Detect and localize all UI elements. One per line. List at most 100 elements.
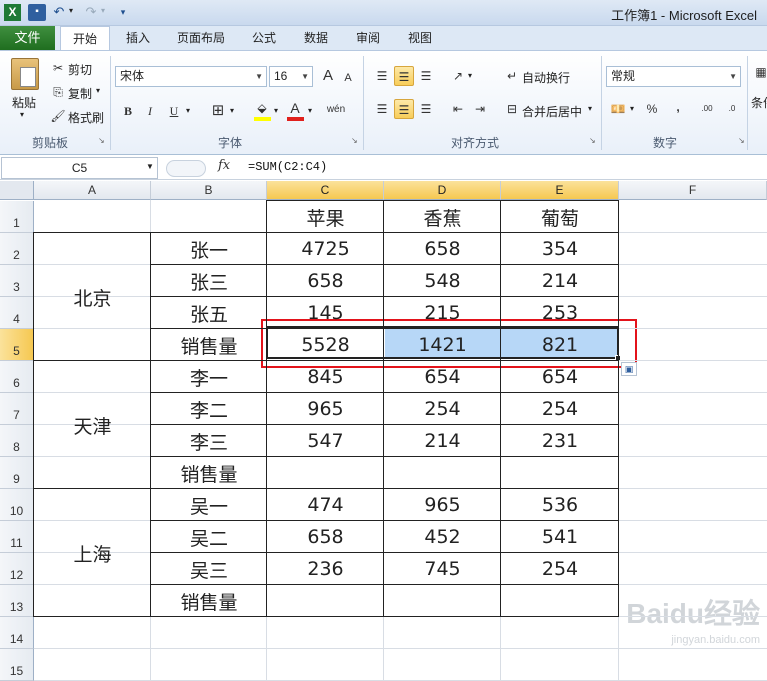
value-cell[interactable]: 541 bbox=[501, 521, 619, 553]
formula-input[interactable]: =SUM(C2:C4) bbox=[248, 160, 327, 174]
fruit-header-cell[interactable]: 苹果 bbox=[267, 201, 384, 233]
accounting-dropdown-icon[interactable]: ▾ bbox=[630, 104, 634, 113]
name-cell[interactable]: 张五 bbox=[151, 297, 267, 329]
value-cell[interactable]: 5528 bbox=[267, 329, 384, 361]
value-cell[interactable]: 354 bbox=[501, 233, 619, 265]
name-box-dropdown-icon[interactable]: ▼ bbox=[146, 162, 154, 171]
undo-icon[interactable]: ↶ bbox=[50, 4, 68, 21]
tab-review[interactable]: 审阅 bbox=[348, 26, 388, 50]
value-cell[interactable]: 965 bbox=[384, 489, 501, 521]
city-merged-cell[interactable]: 天津 bbox=[34, 361, 151, 489]
align-left-icon[interactable]: ☰ bbox=[372, 99, 392, 119]
number-format-combo[interactable]: 常规 ▼ bbox=[606, 66, 741, 87]
value-cell[interactable]: 536 bbox=[501, 489, 619, 521]
wrap-text-icon[interactable]: ↵ bbox=[502, 66, 522, 86]
fruit-header-cell[interactable]: 葡萄 bbox=[501, 201, 619, 233]
paste-dropdown-icon[interactable]: ▾ bbox=[20, 110, 24, 119]
value-cell[interactable] bbox=[267, 457, 384, 489]
value-cell[interactable] bbox=[501, 585, 619, 617]
redo-dropdown-icon[interactable]: ▾ bbox=[101, 6, 105, 15]
value-cell[interactable]: 654 bbox=[384, 361, 501, 393]
name-cell[interactable]: 吴三 bbox=[151, 553, 267, 585]
fill-color-icon[interactable]: ⬙ bbox=[252, 98, 272, 118]
row-header-3[interactable]: 3 bbox=[0, 265, 34, 297]
paste-icon[interactable] bbox=[11, 58, 39, 90]
row-header-6[interactable]: 6 bbox=[0, 361, 34, 393]
value-cell[interactable]: 658 bbox=[267, 265, 384, 297]
increase-decimal-icon[interactable]: .00 bbox=[697, 99, 717, 119]
name-cell[interactable]: 李一 bbox=[151, 361, 267, 393]
bold-button[interactable]: B bbox=[118, 101, 138, 121]
value-cell[interactable]: 1421 bbox=[384, 329, 501, 361]
tab-insert[interactable]: 插入 bbox=[118, 26, 158, 50]
insert-function-icon[interactable]: fx bbox=[218, 158, 230, 173]
decrease-indent-icon[interactable]: ⇤ bbox=[448, 99, 468, 119]
row-header-12[interactable]: 12 bbox=[0, 553, 34, 585]
borders-dropdown-icon[interactable]: ▾ bbox=[230, 106, 234, 115]
name-cell[interactable]: 李二 bbox=[151, 393, 267, 425]
value-cell[interactable]: 215 bbox=[384, 297, 501, 329]
cut-icon[interactable]: ✂ bbox=[48, 58, 68, 78]
font-name-combo[interactable]: 宋体 ▼ bbox=[115, 66, 267, 87]
row-header-9[interactable]: 9 bbox=[0, 457, 34, 489]
font-color-icon[interactable]: A bbox=[285, 98, 305, 118]
value-cell[interactable]: 4725 bbox=[267, 233, 384, 265]
tab-file[interactable]: 文件 bbox=[0, 26, 55, 50]
shrink-font-icon[interactable]: A bbox=[338, 68, 358, 88]
value-cell[interactable]: 745 bbox=[384, 553, 501, 585]
tab-data[interactable]: 数据 bbox=[296, 26, 336, 50]
value-cell[interactable]: 231 bbox=[501, 425, 619, 457]
value-cell[interactable]: 658 bbox=[384, 233, 501, 265]
percent-style-button[interactable]: % bbox=[642, 99, 662, 119]
font-size-combo[interactable]: 16 ▼ bbox=[269, 66, 313, 87]
value-cell[interactable] bbox=[267, 585, 384, 617]
format-painter-icon[interactable]: 🖌 bbox=[48, 106, 68, 126]
row-header-14[interactable]: 14 bbox=[0, 617, 34, 649]
row-header-1[interactable]: 1 bbox=[0, 201, 34, 233]
value-cell[interactable]: 548 bbox=[384, 265, 501, 297]
city-merged-cell[interactable]: 上海 bbox=[34, 489, 151, 617]
align-right-icon[interactable]: ☰ bbox=[416, 99, 436, 119]
city-merged-cell[interactable]: 北京 bbox=[34, 233, 151, 361]
value-cell[interactable] bbox=[501, 457, 619, 489]
row-header-4[interactable]: 4 bbox=[0, 297, 34, 329]
name-cell[interactable]: 销售量 bbox=[151, 329, 267, 361]
number-launcher-icon[interactable]: ↘ bbox=[738, 136, 745, 145]
column-header-c[interactable]: C bbox=[267, 181, 384, 200]
format-painter-button[interactable]: 格式刷 bbox=[68, 109, 104, 126]
font-launcher-icon[interactable]: ↘ bbox=[351, 136, 358, 145]
column-header-f[interactable]: F bbox=[619, 181, 767, 200]
customize-quick-access-icon[interactable]: ▾ bbox=[114, 4, 132, 21]
increase-indent-icon[interactable]: ⇥ bbox=[470, 99, 490, 119]
value-cell[interactable]: 965 bbox=[267, 393, 384, 425]
copy-dropdown-icon[interactable]: ▾ bbox=[96, 86, 100, 95]
name-cell[interactable]: 李三 bbox=[151, 425, 267, 457]
row-header-2[interactable]: 2 bbox=[0, 233, 34, 265]
copy-icon[interactable]: ⎘ bbox=[48, 82, 68, 102]
underline-dropdown-icon[interactable]: ▾ bbox=[186, 106, 190, 115]
value-cell[interactable]: 845 bbox=[267, 361, 384, 393]
name-cell[interactable]: 销售量 bbox=[151, 585, 267, 617]
tab-home[interactable]: 开始 bbox=[60, 26, 110, 50]
tab-page-layout[interactable]: 页面布局 bbox=[168, 26, 234, 50]
value-cell[interactable]: 214 bbox=[501, 265, 619, 297]
value-cell[interactable]: 214 bbox=[384, 425, 501, 457]
wrap-text-button[interactable]: 自动换行 bbox=[522, 69, 570, 86]
row-header-8[interactable]: 8 bbox=[0, 425, 34, 457]
comma-style-button[interactable]: , bbox=[668, 97, 688, 117]
merge-center-icon[interactable]: ⊟ bbox=[502, 99, 522, 119]
align-center-icon[interactable]: ☰ bbox=[394, 99, 414, 119]
value-cell[interactable] bbox=[384, 457, 501, 489]
name-cell[interactable]: 张一 bbox=[151, 233, 267, 265]
name-cell[interactable]: 吴二 bbox=[151, 521, 267, 553]
conditional-format-button[interactable]: 条件 bbox=[751, 94, 767, 111]
row-header-15[interactable]: 15 bbox=[0, 649, 34, 681]
value-cell[interactable]: 254 bbox=[501, 393, 619, 425]
formula-bar-resize-handle[interactable] bbox=[166, 160, 206, 177]
paste-button[interactable]: 粘贴 bbox=[12, 94, 36, 111]
column-header-a[interactable]: A bbox=[34, 181, 151, 200]
name-cell[interactable]: 销售量 bbox=[151, 457, 267, 489]
row-header-5[interactable]: 5 bbox=[0, 329, 34, 361]
column-header-d[interactable]: D bbox=[384, 181, 501, 200]
cut-button[interactable]: 剪切 bbox=[68, 61, 92, 78]
